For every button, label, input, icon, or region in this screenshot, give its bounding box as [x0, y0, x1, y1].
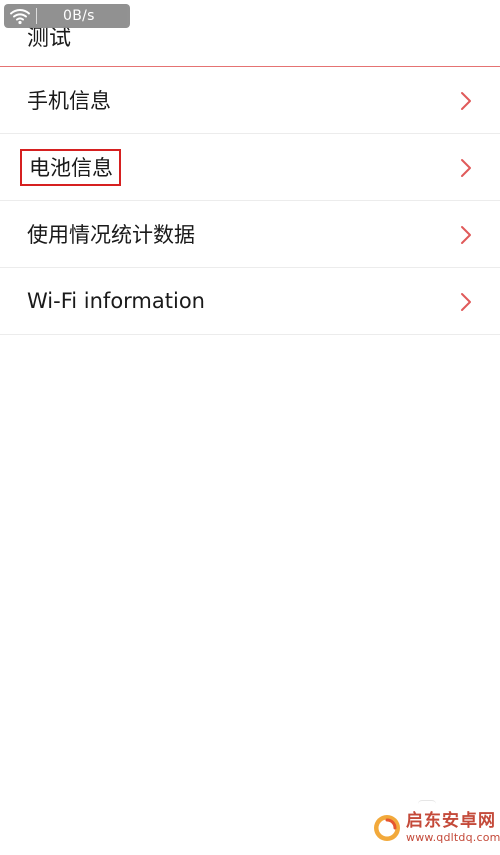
chevron-right-icon	[461, 159, 471, 177]
watermark-name: 启东安卓网	[406, 811, 496, 831]
list-item-battery-info[interactable]: 电池信息	[0, 134, 500, 201]
list-item-usage-stats[interactable]: 使用情况统计数据	[0, 201, 500, 268]
list-item-label: Wi-Fi information	[27, 289, 205, 313]
settings-list: 手机信息 电池信息 使用情况统计数据 Wi-Fi information	[0, 67, 500, 335]
watermark-text: 启东安卓网 www.qdltdq.com	[406, 811, 500, 844]
status-separator	[36, 8, 37, 24]
wifi-icon	[10, 8, 30, 25]
chevron-right-icon	[461, 293, 471, 311]
list-item-wifi-info[interactable]: Wi-Fi information	[0, 268, 500, 335]
list-item-phone-info[interactable]: 手机信息	[0, 67, 500, 134]
list-item-label: 电池信息	[20, 148, 121, 186]
chevron-right-icon	[461, 226, 471, 244]
watermark-logo-icon	[374, 815, 400, 841]
faint-mark	[418, 800, 436, 808]
watermark: 启东安卓网 www.qdltdq.com	[372, 813, 500, 843]
network-speed: 0B/s	[63, 8, 95, 24]
list-item-label: 使用情况统计数据	[27, 223, 195, 247]
list-item-label: 手机信息	[27, 89, 111, 113]
network-status-pill: 0B/s	[4, 4, 130, 28]
watermark-url: www.qdltdq.com	[406, 831, 500, 844]
chevron-right-icon	[461, 92, 471, 110]
